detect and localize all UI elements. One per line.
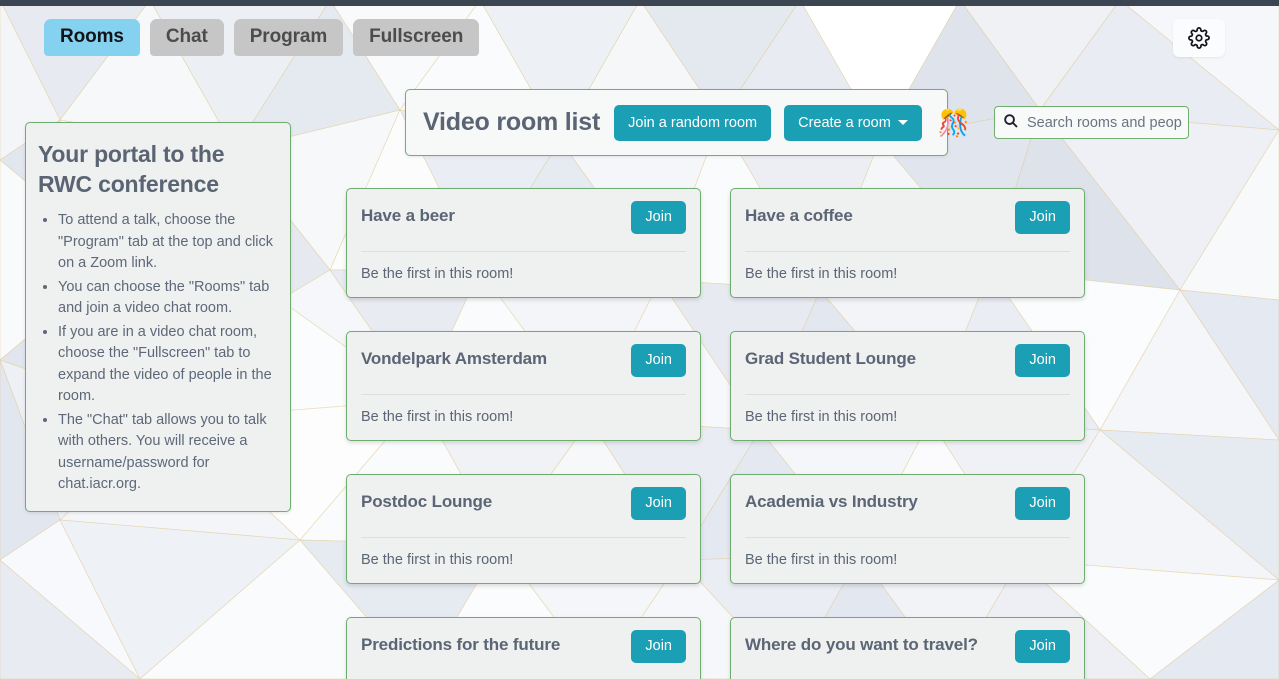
join-room-button[interactable]: Join: [1015, 487, 1070, 520]
room-title: Vondelpark Amsterdam: [361, 349, 547, 368]
search-box[interactable]: [994, 106, 1189, 139]
join-room-button[interactable]: Join: [631, 201, 686, 234]
room-card[interactable]: Have a beer Join Be the first in this ro…: [346, 188, 701, 298]
portal-bullet: If you are in a video chat room, choose …: [58, 321, 276, 408]
room-title: Academia vs Industry: [745, 492, 918, 511]
room-card[interactable]: Postdoc Lounge Join Be the first in this…: [346, 474, 701, 584]
tab-rooms[interactable]: Rooms: [44, 19, 140, 56]
room-status: Be the first in this room!: [745, 552, 898, 568]
room-card-header: Academia vs Industry Join: [745, 487, 1070, 533]
room-status: Be the first in this room!: [745, 409, 898, 425]
room-card-header: Grad Student Lounge Join: [745, 344, 1070, 390]
join-room-button[interactable]: Join: [1015, 344, 1070, 377]
room-title: Grad Student Lounge: [745, 349, 916, 368]
main-tabbar: Rooms Chat Program Fullscreen: [44, 19, 480, 56]
search-input[interactable]: [1027, 114, 1182, 131]
gear-icon: [1188, 27, 1210, 49]
room-card-header: Have a coffee Join: [745, 201, 1070, 247]
room-status: Be the first in this room!: [745, 266, 898, 282]
join-room-button[interactable]: Join: [631, 487, 686, 520]
room-status: Be the first in this room!: [361, 266, 514, 282]
join-random-room-button[interactable]: Join a random room: [614, 104, 772, 141]
room-card-header: Where do you want to travel? Join: [745, 630, 1070, 676]
portal-bullet: The "Chat" tab allows you to talk with o…: [58, 409, 276, 496]
room-title: Where do you want to travel?: [745, 635, 978, 654]
room-title: Have a beer: [361, 206, 455, 225]
tab-fullscreen[interactable]: Fullscreen: [353, 19, 480, 56]
portal-bullet-list: To attend a talk, choose the "Program" t…: [58, 209, 276, 496]
room-status: Be the first in this room!: [361, 409, 514, 425]
portal-bullet: To attend a talk, choose the "Program" t…: [58, 209, 276, 275]
room-card-grid: Have a beer Join Be the first in this ro…: [346, 188, 1102, 679]
join-room-button[interactable]: Join: [1015, 630, 1070, 663]
portal-info-panel: Your portal to the RWC conference To att…: [25, 122, 291, 512]
room-card[interactable]: Have a coffee Join Be the first in this …: [730, 188, 1085, 298]
room-card-header: Vondelpark Amsterdam Join: [361, 344, 686, 390]
room-card[interactable]: Grad Student Lounge Join Be the first in…: [730, 331, 1085, 441]
top-accent-bar: [0, 0, 1279, 6]
room-card-header: Have a beer Join: [361, 201, 686, 247]
room-card-header: Postdoc Lounge Join: [361, 487, 686, 533]
search-icon: [1003, 113, 1027, 133]
page-root: Rooms Chat Program Fullscreen Your porta…: [0, 0, 1279, 679]
join-room-button[interactable]: Join: [631, 630, 686, 663]
join-room-button[interactable]: Join: [1015, 201, 1070, 234]
tab-program[interactable]: Program: [233, 19, 344, 56]
portal-bullet: You can choose the "Rooms" tab and join …: [58, 276, 276, 320]
room-title: Have a coffee: [745, 206, 853, 225]
room-card-header: Predictions for the future Join: [361, 630, 686, 676]
join-room-button[interactable]: Join: [631, 344, 686, 377]
tab-chat[interactable]: Chat: [149, 19, 224, 56]
create-room-dropdown-button[interactable]: Create a room: [784, 104, 922, 141]
video-room-list-title: Video room list: [423, 108, 601, 136]
portal-title: Your portal to the RWC conference: [38, 141, 225, 197]
room-title: Predictions for the future: [361, 635, 561, 654]
room-card[interactable]: Where do you want to travel? Join: [730, 617, 1085, 679]
room-status: Be the first in this room!: [361, 552, 514, 568]
room-title: Postdoc Lounge: [361, 492, 493, 511]
room-card[interactable]: Predictions for the future Join AI? Pand…: [346, 617, 701, 679]
room-card[interactable]: Vondelpark Amsterdam Join Be the first i…: [346, 331, 701, 441]
room-card[interactable]: Academia vs Industry Join Be the first i…: [730, 474, 1085, 584]
settings-button[interactable]: [1173, 19, 1225, 57]
video-room-list-header: Video room list Join a random room Creat…: [405, 89, 970, 156]
people-party-icon: 🎊: [937, 107, 971, 138]
